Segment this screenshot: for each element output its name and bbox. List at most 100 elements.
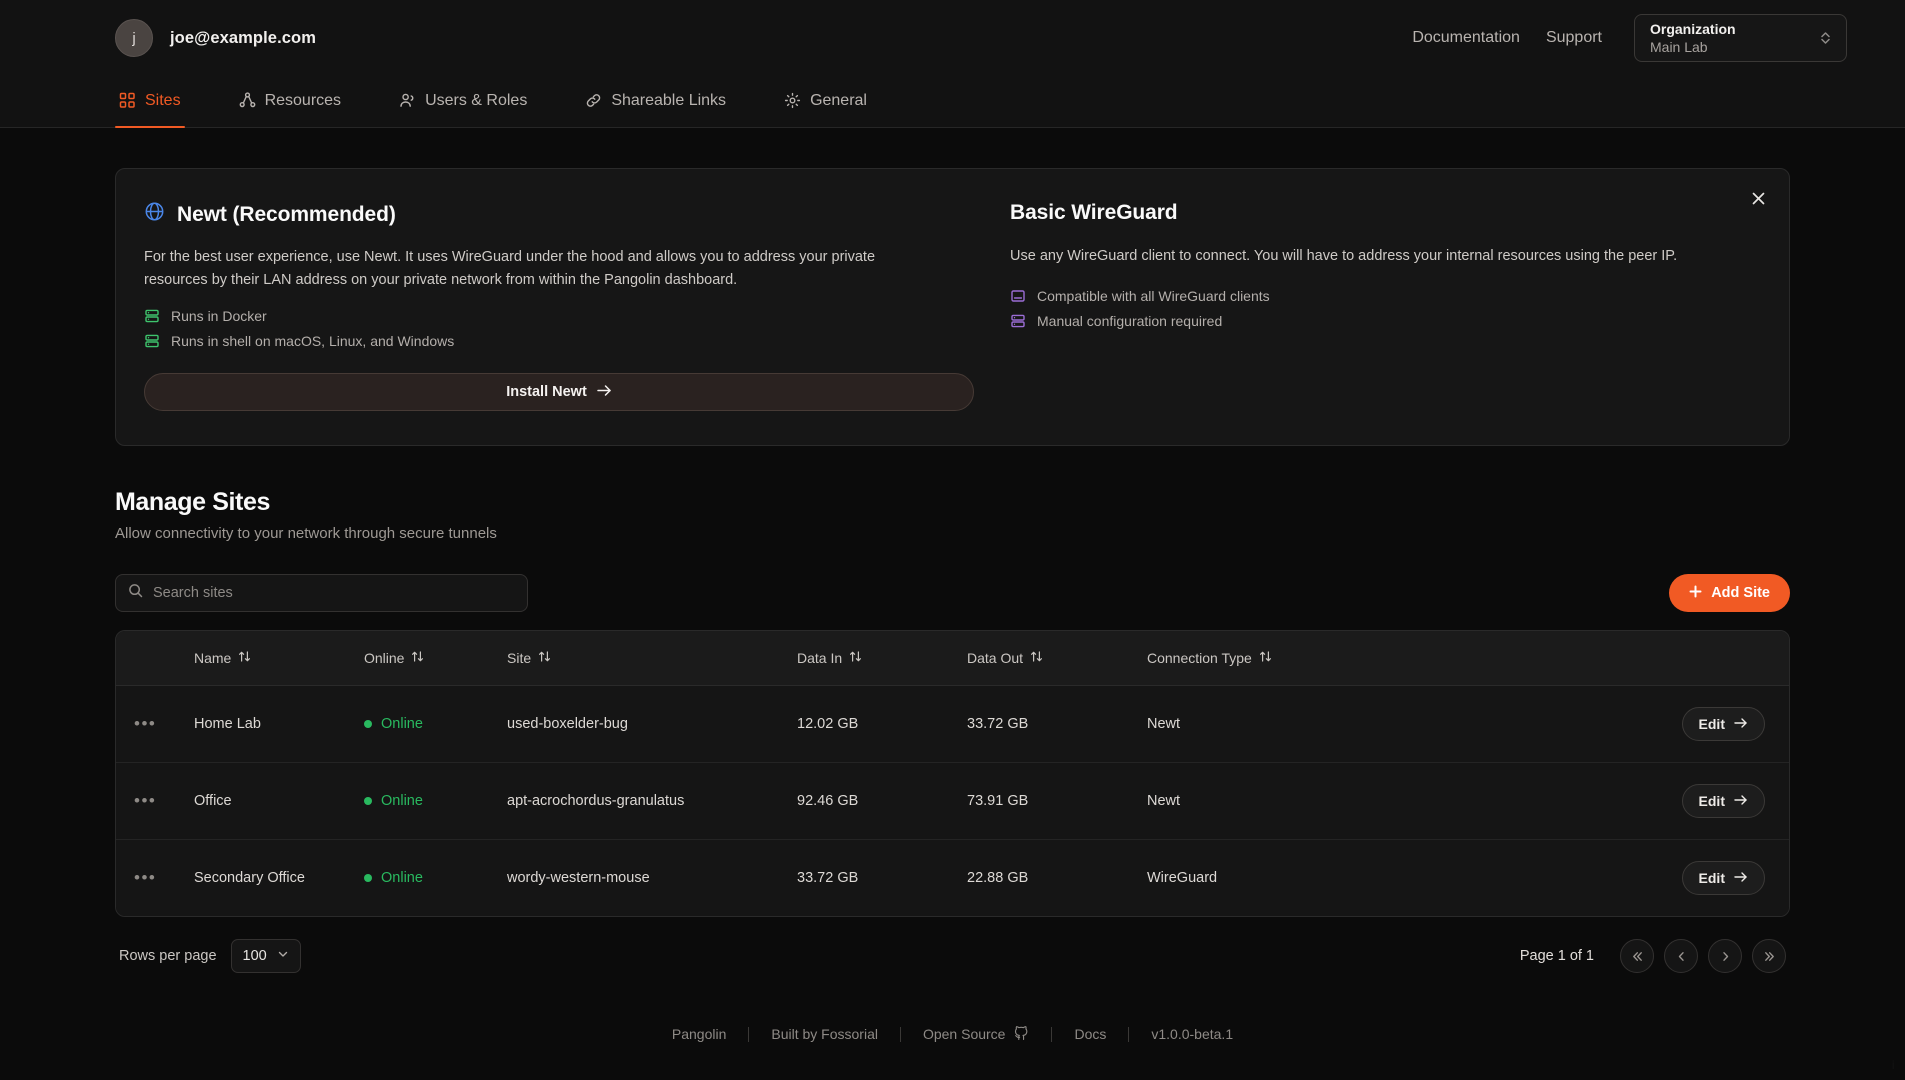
column-connection-type-label: Connection Type	[1147, 650, 1252, 666]
cell-connection-type: Newt	[1147, 686, 1417, 763]
row-actions-menu-icon[interactable]: •••	[134, 791, 156, 810]
pagination-bar: Rows per page 100 Page 1 of 1	[115, 917, 1790, 973]
cell-name: Office	[194, 763, 364, 840]
column-data-in[interactable]: Data In	[797, 631, 967, 686]
cell-data-out: 22.88 GB	[967, 840, 1147, 917]
organization-label: Organization	[1650, 21, 1736, 37]
last-page-button[interactable]	[1752, 939, 1786, 973]
column-actions	[116, 631, 194, 686]
documentation-link[interactable]: Documentation	[1412, 29, 1520, 47]
tab-resources[interactable]: Resources	[235, 76, 345, 127]
connection-methods-card: Newt (Recommended) For the best user exp…	[115, 168, 1790, 446]
user-email: joe@example.com	[170, 29, 316, 48]
tab-sites[interactable]: Sites	[115, 76, 185, 127]
status-badge: Online	[381, 793, 423, 809]
newt-column: Newt (Recommended) For the best user exp…	[144, 201, 974, 411]
row-menu-cell: •••	[116, 686, 194, 763]
cell-edit: Edit	[1417, 686, 1789, 763]
rows-per-page-label: Rows per page	[119, 948, 217, 964]
column-online[interactable]: Online	[364, 631, 507, 686]
footer-link-open-source[interactable]: Open Source	[901, 1025, 1052, 1043]
support-link[interactable]: Support	[1546, 29, 1602, 47]
organization-value: Main Lab	[1650, 39, 1736, 55]
list-item-label: Runs in shell on macOS, Linux, and Windo…	[171, 333, 454, 349]
table-row: ••• Office Online apt-acrochordus-granul…	[116, 763, 1789, 840]
server-icon	[144, 333, 160, 349]
close-icon[interactable]	[1743, 183, 1773, 213]
list-item: Compatible with all WireGuard clients	[1010, 288, 1753, 304]
sort-icon	[1259, 650, 1272, 666]
newt-title: Newt (Recommended)	[177, 203, 396, 227]
column-data-out[interactable]: Data Out	[967, 631, 1147, 686]
previous-page-button[interactable]	[1664, 939, 1698, 973]
column-edit	[1417, 631, 1789, 686]
grid-icon	[119, 92, 136, 109]
newt-description: For the best user experience, use Newt. …	[144, 246, 904, 291]
rows-per-page-value: 100	[243, 948, 267, 964]
arrow-right-icon	[597, 384, 612, 401]
wireguard-title: Basic WireGuard	[1010, 201, 1753, 225]
tab-general[interactable]: General	[780, 76, 871, 127]
tab-general-label: General	[810, 92, 867, 110]
row-actions-menu-icon[interactable]: •••	[134, 714, 156, 733]
cell-data-in: 33.72 GB	[797, 840, 967, 917]
install-newt-button[interactable]: Install Newt	[144, 373, 974, 411]
main-navigation: Sites Resources	[0, 76, 1905, 128]
tab-users-roles-label: Users & Roles	[425, 92, 527, 110]
cell-data-in: 12.02 GB	[797, 686, 967, 763]
rows-per-page-select[interactable]: 100	[231, 939, 301, 973]
edit-button[interactable]: Edit	[1682, 707, 1765, 741]
wireguard-description: Use any WireGuard client to connect. You…	[1010, 245, 1753, 268]
add-site-button[interactable]: Add Site	[1669, 574, 1790, 612]
newt-feature-list: Runs in Docker Runs in shell on macOS, L…	[144, 308, 974, 349]
sort-icon	[238, 650, 251, 666]
cell-name: Home Lab	[194, 686, 364, 763]
tab-shareable-links[interactable]: Shareable Links	[581, 76, 730, 127]
list-item: Runs in shell on macOS, Linux, and Windo…	[144, 333, 974, 349]
organization-selector[interactable]: Organization Main Lab	[1634, 14, 1847, 62]
edit-button[interactable]: Edit	[1682, 784, 1765, 818]
column-site[interactable]: Site	[507, 631, 797, 686]
user-profile[interactable]: j joe@example.com	[115, 19, 316, 57]
edit-button[interactable]: Edit	[1682, 861, 1765, 895]
tab-sites-label: Sites	[145, 92, 181, 110]
tab-resources-label: Resources	[265, 92, 341, 110]
plus-icon	[1689, 585, 1702, 602]
globe-icon	[144, 201, 165, 228]
sites-table: Name Online	[115, 630, 1790, 917]
cell-online: Online	[364, 763, 507, 840]
column-connection-type[interactable]: Connection Type	[1147, 631, 1417, 686]
cell-online: Online	[364, 840, 507, 917]
cell-edit: Edit	[1417, 763, 1789, 840]
search-box[interactable]	[115, 574, 528, 612]
main-content: Newt (Recommended) For the best user exp…	[0, 128, 1905, 988]
cell-site: apt-acrochordus-granulatus	[507, 763, 797, 840]
wireguard-feature-list: Compatible with all WireGuard clients Ma…	[1010, 288, 1753, 329]
row-actions-menu-icon[interactable]: •••	[134, 868, 156, 887]
list-item: Runs in Docker	[144, 308, 974, 324]
search-input[interactable]	[153, 585, 515, 601]
page-title: Manage Sites	[115, 488, 1790, 517]
column-site-label: Site	[507, 650, 531, 666]
table-toolbar: Add Site	[115, 574, 1790, 612]
next-page-button[interactable]	[1708, 939, 1742, 973]
cell-name: Secondary Office	[194, 840, 364, 917]
edit-label: Edit	[1699, 870, 1725, 886]
column-name[interactable]: Name	[194, 631, 364, 686]
page-footer: Pangolin Built by Fossorial Open Source …	[0, 988, 1905, 1080]
app-root: j joe@example.com Documentation Support …	[0, 0, 1905, 1080]
chevron-down-icon	[277, 948, 289, 964]
gear-icon	[784, 92, 801, 109]
table-row: ••• Home Lab Online used-boxelder-bug 12…	[116, 686, 1789, 763]
footer-open-source-label: Open Source	[923, 1026, 1006, 1042]
tab-users-roles[interactable]: Users & Roles	[395, 76, 531, 127]
footer-link-docs[interactable]: Docs	[1052, 1026, 1128, 1042]
tab-shareable-links-label: Shareable Links	[611, 92, 726, 110]
column-online-label: Online	[364, 650, 404, 666]
first-page-button[interactable]	[1620, 939, 1654, 973]
footer-link-built-by-fossorial[interactable]: Built by Fossorial	[749, 1026, 900, 1042]
status-dot	[364, 874, 372, 882]
waypoints-icon	[239, 92, 256, 109]
footer-link-pangolin[interactable]: Pangolin	[650, 1026, 749, 1042]
column-data-out-label: Data Out	[967, 650, 1023, 666]
